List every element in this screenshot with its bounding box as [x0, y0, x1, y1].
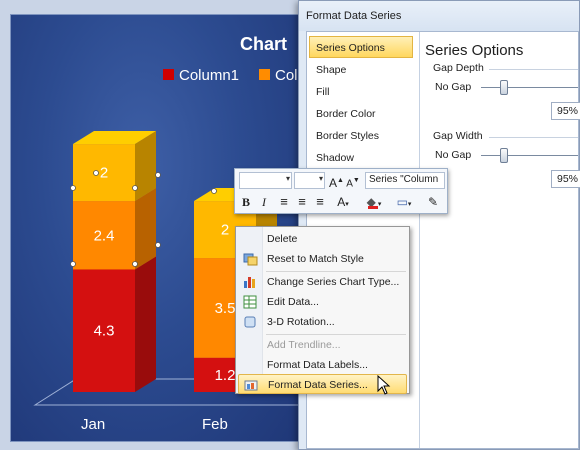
- gap-width-track[interactable]: [481, 155, 578, 156]
- data-label-feb-s0: 1.2: [215, 367, 236, 384]
- data-label-feb-s2: 2: [221, 222, 229, 239]
- gap-depth-track[interactable]: [481, 87, 578, 88]
- selection-handle: [70, 185, 76, 191]
- context-menu: Delete Reset to Match Style Change Serie…: [235, 226, 410, 394]
- panel-title: Series Options: [425, 42, 524, 59]
- menu-label: 3-D Rotation...: [267, 316, 335, 328]
- legend-item-column1[interactable]: Column1: [163, 67, 239, 84]
- nav-divider: [419, 32, 420, 448]
- menu-item-reset-to-match-style[interactable]: Reset to Match Style: [238, 249, 407, 269]
- menu-label: Reset to Match Style: [267, 253, 364, 265]
- menu-label: Format Data Series...: [268, 379, 368, 391]
- align-left-icon[interactable]: ≡: [276, 193, 292, 211]
- category-label-feb: Feb: [202, 416, 228, 433]
- series-selector[interactable]: Series "Column: [365, 172, 445, 189]
- menu-item-change-series-chart-type[interactable]: Change Series Chart Type...: [238, 272, 407, 292]
- nav-series-options[interactable]: Series Options: [309, 36, 413, 58]
- dialog-nav: Series Options Shape Fill Border Color B…: [309, 36, 413, 168]
- menu-item-format-data-labels[interactable]: Format Data Labels...: [238, 355, 407, 375]
- menu-label: Change Series Chart Type...: [267, 276, 400, 288]
- legend-label: Col: [275, 67, 298, 84]
- selection-handle: [70, 261, 76, 267]
- selection-handle: [155, 172, 161, 178]
- legend-swatch: [259, 69, 270, 80]
- nav-shape[interactable]: Shape: [309, 58, 413, 80]
- menu-item-edit-data[interactable]: Edit Data...: [238, 292, 407, 312]
- nav-border-color[interactable]: Border Color: [309, 102, 413, 124]
- chart-type-icon: [244, 277, 255, 288]
- selection-handle: [132, 185, 138, 191]
- selection-handle: [132, 261, 138, 267]
- line-color-icon[interactable]: ▭▾: [393, 193, 415, 211]
- align-center-icon[interactable]: ≡: [294, 193, 310, 211]
- format-series-icon: [244, 380, 258, 391]
- chart-title[interactable]: Chart: [240, 34, 287, 55]
- category-label-jan: Jan: [81, 416, 106, 433]
- bar-side-jan-s1: [135, 188, 156, 270]
- mouse-pointer-icon: [377, 375, 391, 395]
- legend-swatch: [163, 69, 174, 80]
- legend-label: Column1: [179, 67, 240, 84]
- chevron-down-icon: ▾: [318, 174, 323, 183]
- menu-label: Edit Data...: [267, 296, 319, 308]
- data-label-jan-s2: 2: [100, 165, 108, 182]
- gap-width-input[interactable]: 95%: [551, 170, 580, 188]
- shrink-font-icon[interactable]: A▼: [346, 172, 360, 190]
- gap-width-caption: No Gap: [435, 149, 472, 161]
- data-label-jan-s1: 2.4: [94, 227, 115, 244]
- reset-style-icon: [243, 253, 258, 266]
- gap-width-slider-thumb[interactable]: [500, 148, 508, 163]
- selection-handle: [211, 188, 217, 194]
- fill-color-icon[interactable]: ◆ ▾: [363, 193, 385, 211]
- menu-item-delete[interactable]: Delete: [238, 229, 407, 249]
- dialog-title[interactable]: Format Data Series: [299, 1, 579, 31]
- edit-data-icon: [243, 295, 257, 309]
- gap-depth-value-row: 95%: [425, 100, 580, 124]
- menu-label: Add Trendline...: [267, 339, 341, 351]
- format-painter-icon[interactable]: ✎: [425, 193, 441, 211]
- gap-depth-slider-row: No Gap: [425, 76, 578, 100]
- nav-fill[interactable]: Fill: [309, 80, 413, 102]
- menu-label: Format Data Labels...: [267, 359, 368, 371]
- grow-font-icon[interactable]: A▲: [329, 172, 344, 190]
- rotation-icon: [244, 316, 256, 328]
- menu-item-3d-rotation[interactable]: 3-D Rotation...: [238, 312, 407, 332]
- gap-depth-label: Gap Depth: [425, 62, 578, 76]
- align-right-icon[interactable]: ≡: [312, 193, 328, 211]
- bold-icon[interactable]: B: [239, 193, 253, 211]
- nav-border-styles[interactable]: Border Styles: [309, 124, 413, 146]
- chevron-down-icon: ▾: [285, 174, 290, 183]
- legend-item-column2[interactable]: Col: [259, 67, 298, 84]
- data-label-jan-s0: 4.3: [94, 323, 115, 340]
- selection-handle: [155, 242, 161, 248]
- selection-handle: [93, 170, 99, 176]
- italic-icon[interactable]: I: [257, 193, 271, 211]
- gap-depth-caption: No Gap: [435, 81, 472, 93]
- font-name-box[interactable]: ▾: [239, 172, 292, 189]
- data-label-feb-s1: 3.5: [215, 300, 236, 317]
- menu-item-add-trendline: Add Trendline...: [238, 335, 407, 355]
- font-size-box[interactable]: ▾: [294, 172, 325, 189]
- gap-width-label: Gap Width: [425, 130, 578, 144]
- gap-width-slider-row: No Gap: [425, 144, 578, 168]
- menu-label: Delete: [267, 233, 298, 245]
- bar-side-jan-s0: [135, 256, 156, 392]
- gap-depth-input[interactable]: 95%: [551, 102, 580, 120]
- font-color-icon[interactable]: A▾: [335, 193, 351, 211]
- mini-toolbar: ▾ ▾ A▲ A▼ Series "Column B I ≡ ≡ ≡ A▾ ◆ ▾…: [234, 168, 448, 214]
- gap-depth-slider-thumb[interactable]: [500, 80, 508, 95]
- nav-shadow[interactable]: Shadow: [309, 146, 413, 168]
